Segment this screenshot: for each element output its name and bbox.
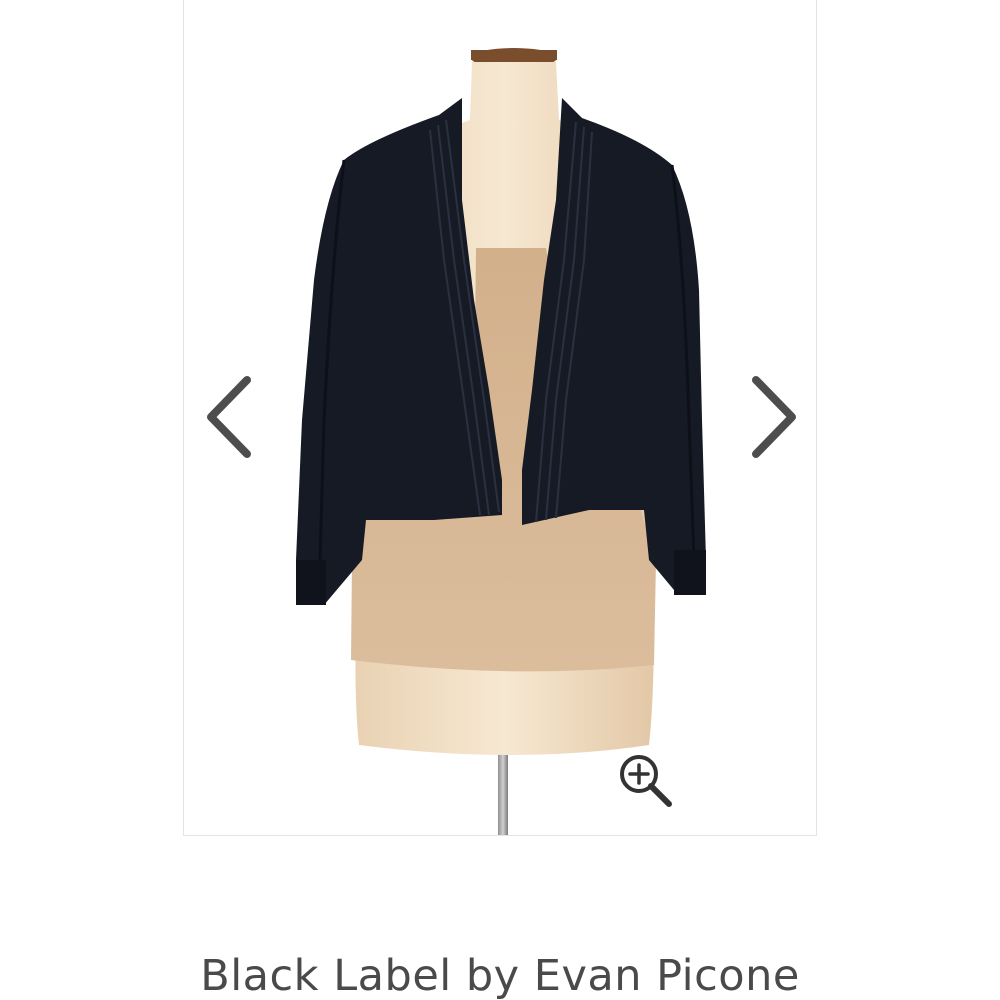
chevron-right-icon: [752, 376, 796, 458]
zoom-in-icon: [620, 755, 672, 807]
product-image-frame: [183, 0, 817, 836]
zoom-button[interactable]: [615, 752, 675, 812]
next-image-button[interactable]: [744, 372, 804, 462]
chevron-left-icon: [207, 376, 251, 458]
product-image[interactable]: [184, 0, 816, 835]
product-page: Black Label by Evan Picone: [0, 0, 1000, 1000]
previous-image-button[interactable]: [199, 372, 259, 462]
product-brand-title[interactable]: Black Label by Evan Picone: [0, 951, 1000, 1000]
